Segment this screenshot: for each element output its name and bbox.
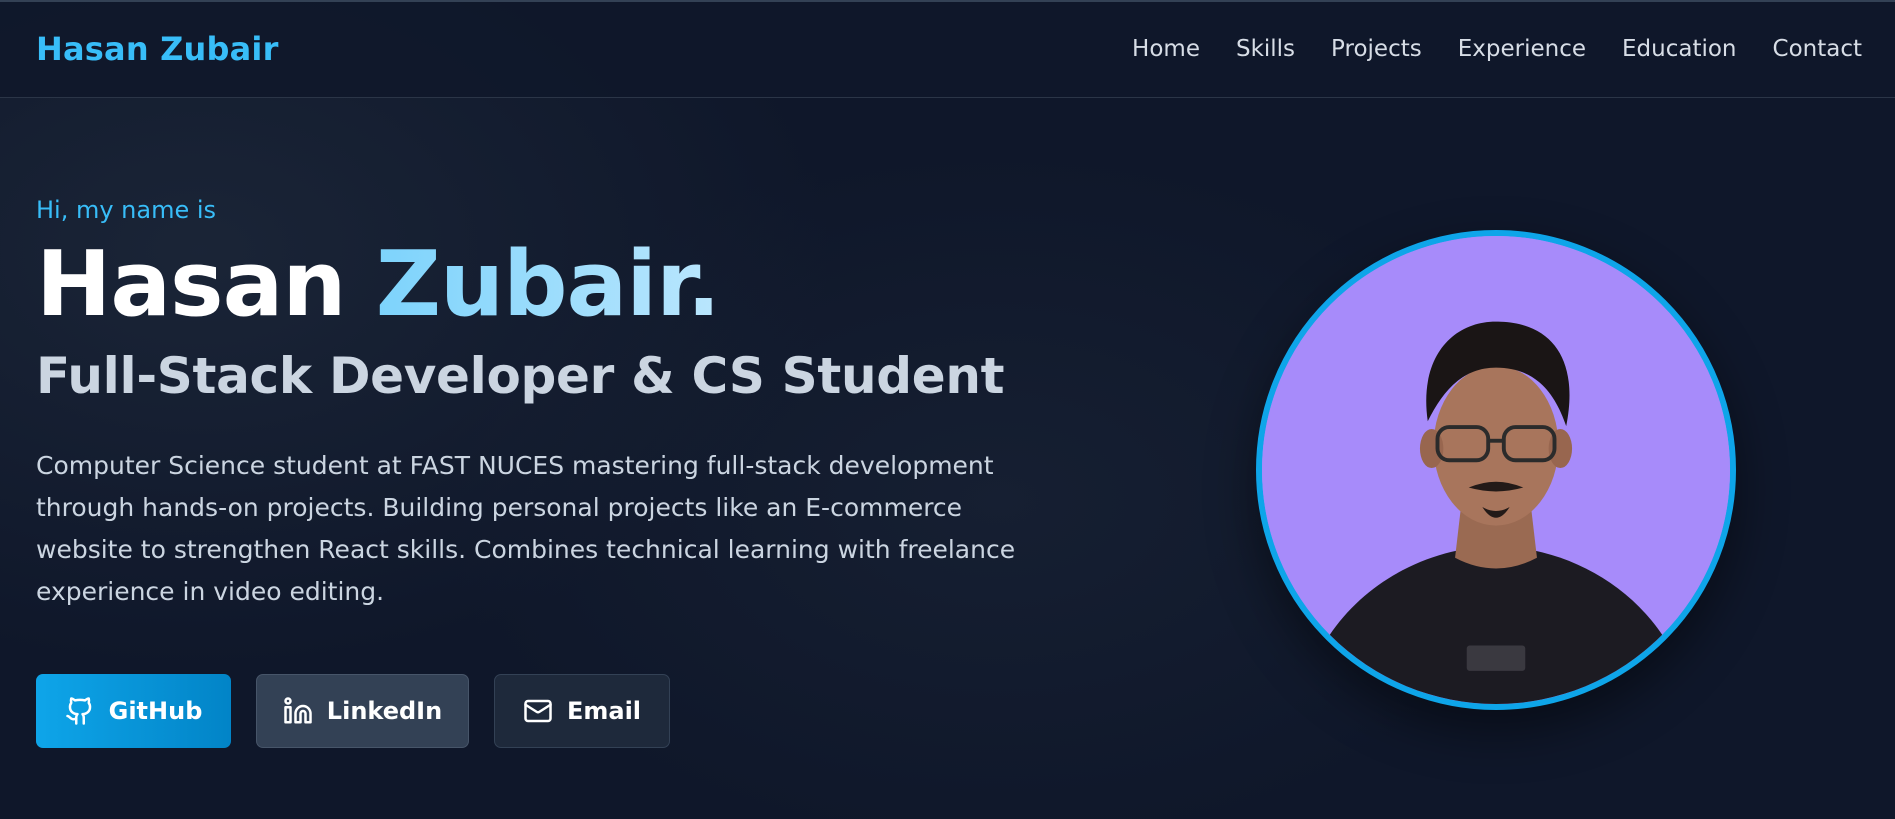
nav-skills[interactable]: Skills [1236,36,1295,62]
hero-first-name: Hasan [36,232,346,337]
nav-contact[interactable]: Contact [1773,36,1862,62]
linkedin-icon [284,697,312,724]
github-button[interactable]: GitHub [36,674,231,748]
hero-bio: Computer Science student at FAST NUCES m… [36,451,1016,607]
hero-name: Hasan Zubair. [36,236,1036,333]
page: Hasan Zubair Home Skills Projects Experi… [0,0,1895,819]
linkedin-label: LinkedIn [326,697,443,725]
hero-intro: Hi, my name is [36,196,217,224]
nav-education[interactable]: Education [1622,36,1737,62]
nav-projects[interactable]: Projects [1331,36,1422,62]
mail-icon [524,699,552,723]
navbar: Hasan Zubair Home Skills Projects Experi… [0,2,1895,98]
profile-avatar [1256,230,1736,710]
hero-section: Hi, my name is Hasan Zubair. Full-Stack … [36,196,1036,613]
profile-photo [1262,236,1730,704]
nav-links: Home Skills Projects Experience Educatio… [1132,36,1862,62]
email-label: Email [566,697,642,725]
brand-logo[interactable]: Hasan Zubair [36,30,279,68]
nav-experience[interactable]: Experience [1458,36,1586,62]
social-buttons: GitHub LinkedIn Email [36,674,670,748]
github-label: GitHub [108,697,203,725]
hero-title: Full-Stack Developer & CS Student [36,347,1005,406]
email-button[interactable]: Email [494,674,670,748]
github-icon [65,697,91,725]
nav-home[interactable]: Home [1132,36,1200,62]
linkedin-button[interactable]: LinkedIn [256,674,469,748]
hero-last-name: Zubair. [375,232,721,337]
